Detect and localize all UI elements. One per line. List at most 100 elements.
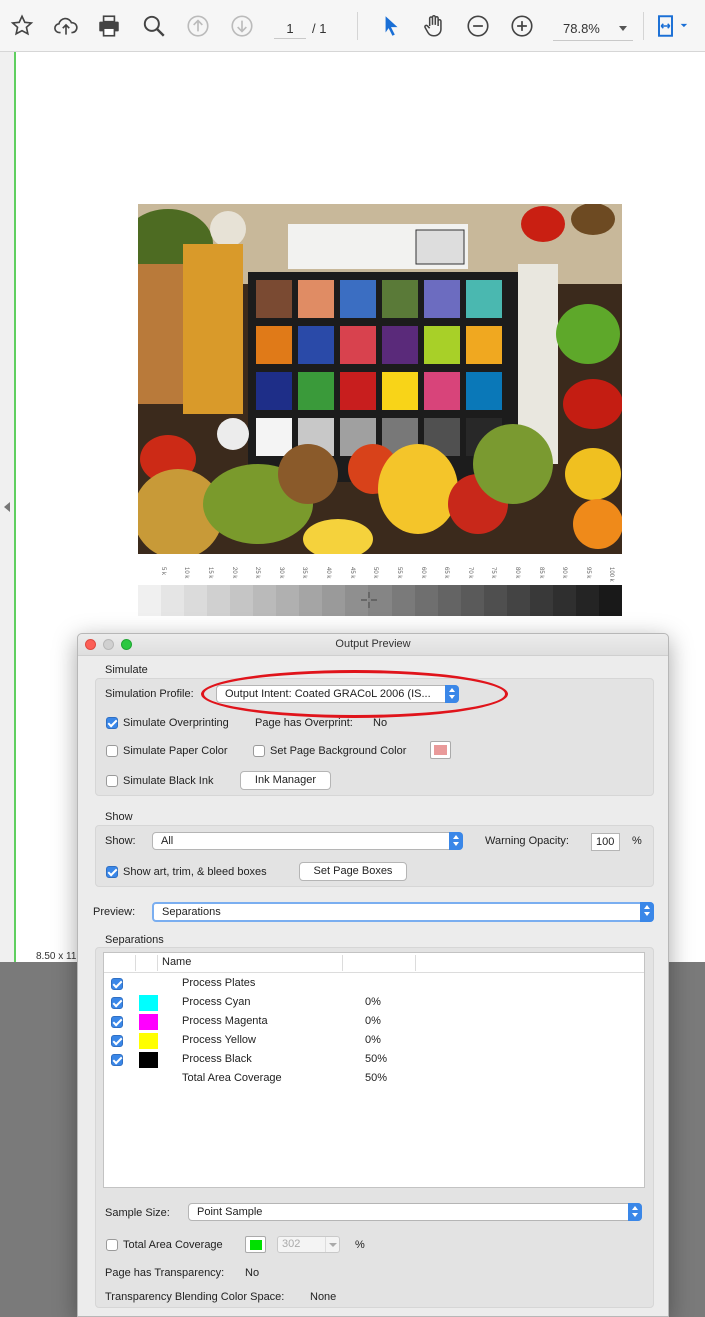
warning-opacity-label: Warning Opacity:	[485, 835, 569, 847]
page-background-color-label[interactable]: Set Page Background Color	[270, 745, 406, 757]
column-divider	[157, 955, 158, 971]
table-row[interactable]: Process Magenta 0%	[104, 1013, 644, 1032]
scale-tick-label: 70 k	[466, 567, 473, 579]
grayscale-step	[483, 585, 507, 616]
simulate-overprinting-label[interactable]: Simulate Overprinting	[123, 717, 229, 729]
preview-dropdown[interactable]: Separations	[152, 902, 654, 922]
show-value: All	[161, 835, 174, 847]
scale-tick-label: 75 k	[490, 567, 497, 579]
simulate-overprinting-checkbox[interactable]	[106, 717, 118, 729]
hand-icon[interactable]	[419, 10, 449, 42]
zoom-out-icon[interactable]	[463, 10, 493, 42]
scale-tick-label: 10 k	[183, 567, 190, 579]
separation-percent: 50%	[365, 1053, 388, 1065]
scale-tick-label: 5 k	[159, 567, 166, 576]
page-background-color-checkbox[interactable]	[253, 745, 265, 757]
scale-tick-label: 100 k	[608, 567, 615, 582]
page-background-color-well[interactable]	[430, 741, 451, 759]
select-arrow-icon[interactable]	[376, 10, 406, 42]
grayscale-step	[207, 585, 231, 616]
page-overprint-label: Page has Overprint:	[255, 717, 353, 729]
preview-value: Separations	[162, 906, 221, 918]
warning-opacity-input[interactable]: 100	[591, 833, 620, 851]
tac-value-combobox[interactable]: 302	[277, 1236, 340, 1253]
star-icon[interactable]	[7, 10, 37, 42]
grayscale-step	[161, 585, 185, 616]
simulate-paper-color-label[interactable]: Simulate Paper Color	[123, 745, 228, 757]
page-fit-icon[interactable]	[652, 10, 692, 42]
simulate-group-label: Simulate	[105, 664, 148, 676]
separation-swatch	[139, 1014, 158, 1030]
simulation-profile-dropdown[interactable]: Output Intent: Coated GRACoL 2006 (IS...	[216, 685, 459, 703]
grayscale-step	[460, 585, 484, 616]
simulate-paper-color-checkbox[interactable]	[106, 745, 118, 757]
scale-tick-label: 20 k	[230, 567, 237, 579]
simulate-black-ink-label[interactable]: Simulate Black Ink	[123, 775, 213, 787]
warning-opacity-percent: %	[632, 835, 642, 847]
stepper-arrows-icon	[449, 832, 463, 850]
scale-tick-label: 55 k	[395, 567, 402, 579]
separation-name: Process Cyan	[182, 996, 251, 1008]
separations-group-label: Separations	[105, 934, 164, 946]
scale-tick-label: 85 k	[537, 567, 544, 579]
grayscale-step	[391, 585, 415, 616]
zoom-in-icon[interactable]	[507, 10, 537, 42]
table-row[interactable]: Process Plates	[104, 975, 644, 994]
separation-checkbox[interactable]	[111, 978, 123, 990]
separation-checkbox[interactable]	[111, 1035, 123, 1047]
arrow-down-circle-icon[interactable]	[227, 10, 257, 42]
grayscale-step	[184, 585, 208, 616]
grayscale-step	[437, 585, 461, 616]
show-boxes-checkbox[interactable]	[106, 866, 118, 878]
tac-value: 302	[282, 1238, 301, 1250]
toolbar: / 1 78.8%	[0, 0, 705, 52]
toolbar-divider	[357, 12, 358, 40]
table-row[interactable]: Process Yellow 0%	[104, 1032, 644, 1051]
page-transparency-label: Page has Transparency:	[105, 1267, 225, 1279]
grayscale-step	[322, 585, 346, 616]
separation-swatch	[139, 995, 158, 1011]
tac-color-well[interactable]	[245, 1236, 266, 1253]
column-divider	[135, 955, 136, 971]
grayscale-step	[506, 585, 530, 616]
show-dropdown[interactable]: All	[152, 832, 463, 850]
page-number-input[interactable]	[274, 19, 306, 39]
show-boxes-label[interactable]: Show art, trim, & bleed boxes	[123, 866, 267, 878]
separation-checkbox[interactable]	[111, 997, 123, 1009]
left-panel-toggle[interactable]	[0, 52, 16, 962]
table-row[interactable]: Total Area Coverage 50%	[104, 1070, 644, 1089]
dialog-titlebar[interactable]: Output Preview	[78, 634, 668, 656]
separation-checkbox[interactable]	[111, 1016, 123, 1028]
total-area-coverage-label[interactable]: Total Area Coverage	[123, 1239, 223, 1251]
table-row[interactable]: Process Black 50%	[104, 1051, 644, 1070]
crosshair-cursor-icon	[361, 592, 377, 608]
grayscale-bar	[138, 585, 622, 616]
sample-size-dropdown[interactable]: Point Sample	[188, 1203, 642, 1221]
separation-checkbox[interactable]	[111, 1054, 123, 1066]
grayscale-step	[575, 585, 599, 616]
scale-tick-label: 15 k	[207, 567, 214, 579]
magnifier-icon[interactable]	[139, 10, 169, 42]
blending-space-value: None	[310, 1291, 337, 1303]
separation-name: Process Black	[182, 1053, 252, 1065]
column-divider	[415, 955, 416, 971]
ink-manager-button[interactable]: Ink Manager	[240, 771, 331, 790]
separations-table[interactable]: Name Process Plates Process Cyan 0% Process…	[103, 952, 645, 1188]
total-area-coverage-checkbox[interactable]	[106, 1239, 118, 1251]
printer-icon[interactable]	[94, 10, 124, 42]
scale-tick-label: 95 k	[584, 567, 591, 579]
column-header-name[interactable]: Name	[162, 956, 191, 968]
table-row[interactable]: Process Cyan 0%	[104, 994, 644, 1013]
set-page-boxes-button[interactable]: Set Page Boxes	[299, 862, 407, 881]
tac-percent: %	[355, 1239, 365, 1251]
stepper-arrows-icon	[640, 902, 654, 922]
separation-percent: 50%	[365, 1072, 388, 1084]
grayscale-step	[529, 585, 553, 616]
zoom-dropdown[interactable]: 78.8%	[553, 17, 633, 41]
simulate-black-ink-checkbox[interactable]	[106, 775, 118, 787]
arrow-up-circle-icon[interactable]	[183, 10, 213, 42]
output-preview-dialog: Output Preview Simulate Simulation Profi…	[77, 633, 669, 1317]
page-overprint-value: No	[373, 717, 388, 729]
cloud-upload-icon[interactable]	[51, 10, 81, 42]
blending-space-label: Transparency Blending Color Space:	[105, 1291, 285, 1303]
